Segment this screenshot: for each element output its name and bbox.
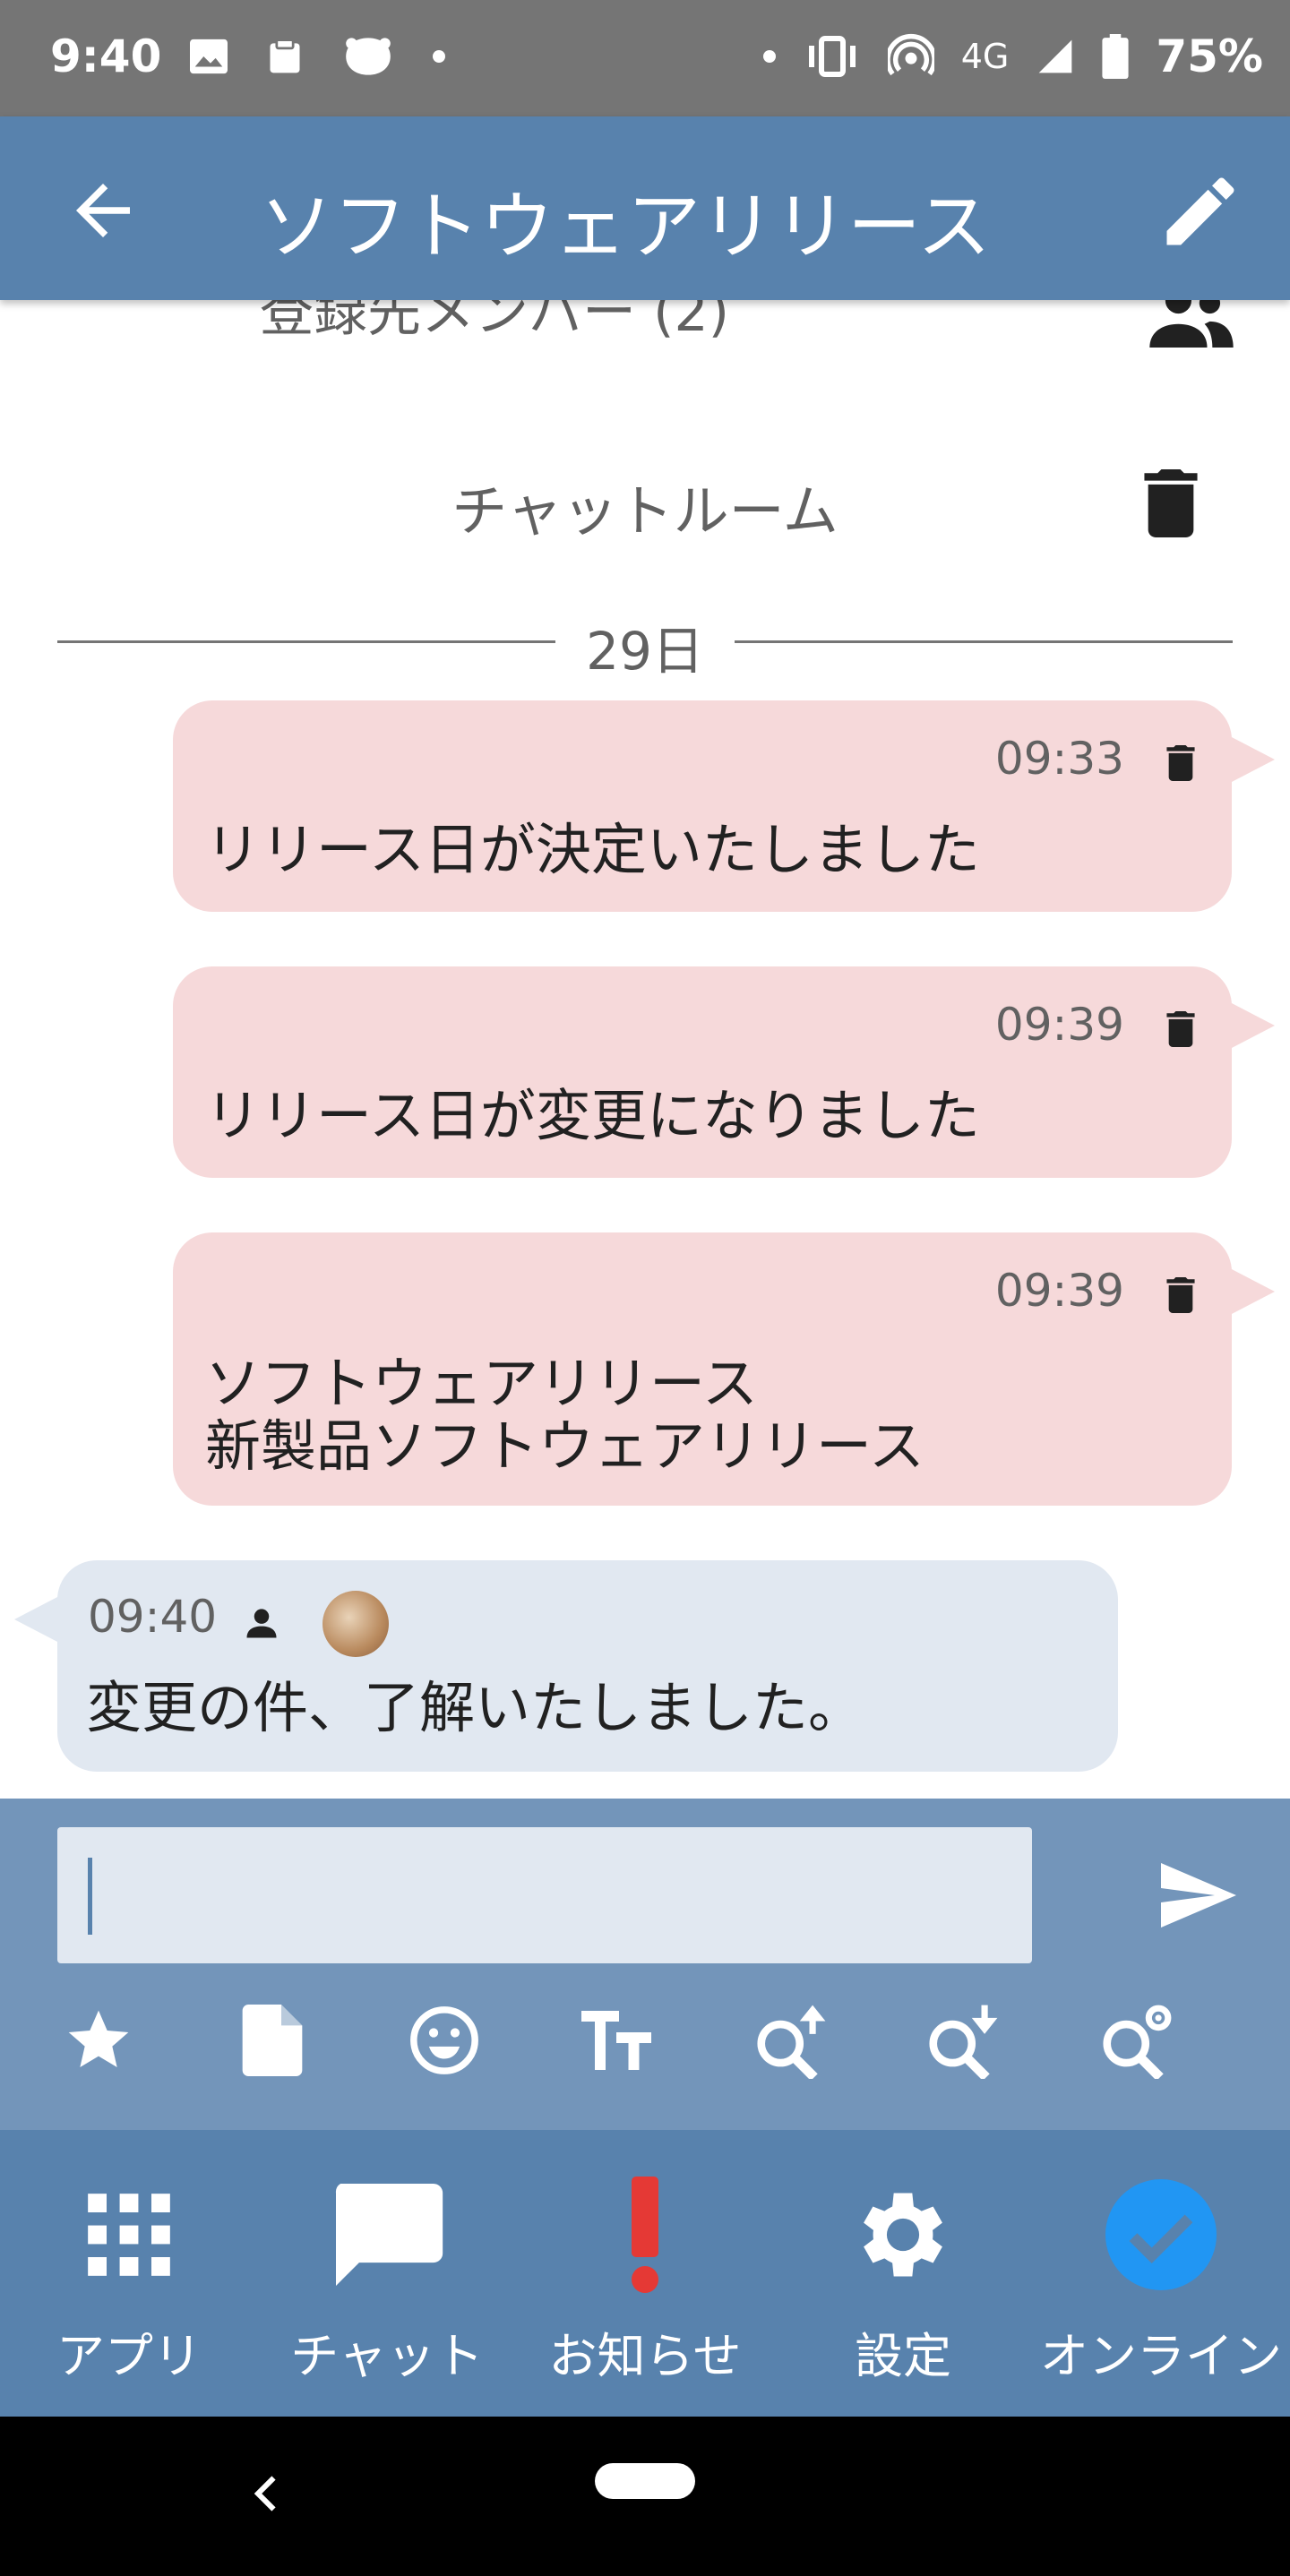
search-settings-button[interactable] — [1093, 1997, 1179, 2083]
trash-icon[interactable] — [1165, 745, 1196, 781]
apps-grid-icon — [88, 2194, 170, 2276]
page-title: ソフトウェアリリース — [260, 185, 991, 270]
nav-item-apps[interactable]: アプリ — [0, 2130, 258, 2417]
person-icon — [246, 1609, 277, 1638]
nav-label: オンライン — [1040, 2328, 1282, 2384]
trash-icon[interactable] — [1165, 1011, 1196, 1047]
message-input[interactable] — [57, 1827, 1032, 1963]
date-label: 29日 — [586, 621, 704, 682]
arrow-left-icon[interactable] — [63, 170, 143, 251]
search-settings-icon — [1103, 2005, 1172, 2079]
app-bar: ソフトウェアリリース — [0, 116, 1290, 300]
search-down-button[interactable] — [919, 1997, 1005, 2083]
battery-icon — [1102, 34, 1129, 79]
nav-item-chat[interactable]: チャット — [258, 2130, 516, 2417]
status-bar: 9:40 4G 75% — [0, 0, 1290, 116]
message-time: 09:40 — [88, 1591, 218, 1643]
text-size-icon — [581, 2011, 651, 2070]
message-bubble-outgoing[interactable]: 09:33 リリース日が決定いたしました — [173, 700, 1275, 912]
search-down-icon — [929, 2005, 998, 2079]
file-icon — [242, 2005, 303, 2076]
message-time: 09:39 — [994, 1265, 1124, 1317]
status-time: 9:40 — [50, 30, 162, 82]
message-bubble-outgoing[interactable]: 09:39 ソフトウェアリリース 新製品ソフトウェアリリース — [173, 1232, 1275, 1506]
text-size-button[interactable] — [573, 1997, 659, 2083]
pencil-icon[interactable] — [1156, 167, 1245, 256]
search-up-button[interactable] — [747, 1997, 833, 2083]
search-up-icon — [757, 2005, 826, 2079]
trash-icon[interactable] — [1141, 469, 1200, 537]
message-composer — [0, 1799, 1290, 2130]
network-type: 4G — [960, 37, 1010, 76]
nav-label: チャット — [290, 2328, 484, 2384]
message-text: 変更の件、了解いたしました。 — [86, 1675, 864, 1740]
chat-bubble-icon — [335, 2184, 443, 2286]
signal-icon — [1038, 39, 1072, 73]
trash-icon[interactable] — [1165, 1277, 1196, 1313]
chat-room-title: チャットルーム — [452, 478, 838, 544]
message-bubble-incoming[interactable]: 09:40 変更の件、了解いたしました。 — [14, 1560, 1118, 1772]
home-handle[interactable] — [595, 2463, 695, 2499]
bottom-navigation: アプリ チャット お知らせ 設定 オンライン — [0, 2130, 1290, 2417]
system-back-icon[interactable] — [240, 2467, 294, 2520]
dot-icon — [433, 50, 445, 63]
nav-item-notices[interactable]: お知らせ — [516, 2130, 774, 2417]
message-time: 09:33 — [994, 733, 1124, 785]
emoji-button[interactable] — [401, 1997, 487, 2083]
nav-item-online[interactable]: オンライン — [1032, 2130, 1290, 2417]
image-icon — [190, 39, 228, 74]
nav-label: アプリ — [56, 2328, 202, 2384]
date-divider: 29日 — [57, 609, 1233, 682]
exclamation-icon — [632, 2177, 658, 2293]
dot-icon — [762, 50, 776, 63]
attach-file-button[interactable] — [229, 1997, 315, 2083]
text-caret — [88, 1858, 92, 1935]
battery-percent: 75% — [1156, 30, 1263, 82]
star-icon — [68, 2010, 129, 2067]
divider-line-right — [735, 640, 1233, 643]
nav-label: お知らせ — [548, 2328, 742, 2384]
message-bubble-outgoing[interactable]: 09:39 リリース日が変更になりました — [173, 966, 1275, 1178]
favorite-button[interactable] — [56, 1997, 142, 2083]
online-check-icon — [1105, 2179, 1217, 2290]
nav-item-settings[interactable]: 設定 — [774, 2130, 1032, 2417]
message-text: リリース日が変更になりました — [205, 1083, 980, 1148]
emoji-icon — [410, 2006, 478, 2074]
message-time: 09:39 — [994, 999, 1124, 1051]
hotspot-icon — [887, 33, 934, 76]
message-text: ソフトウェアリリース 新製品ソフトウェアリリース — [205, 1351, 924, 1479]
gear-icon — [864, 2193, 942, 2277]
avatar[interactable] — [322, 1591, 389, 1657]
nav-label: 設定 — [855, 2328, 951, 2384]
app-icon — [346, 38, 391, 75]
clipboard-icon — [270, 39, 300, 73]
message-text: リリース日が決定いたしました — [205, 817, 980, 882]
send-icon[interactable] — [1154, 1852, 1240, 1938]
vibrate-icon — [808, 36, 856, 77]
system-navigation-bar — [0, 2417, 1290, 2576]
